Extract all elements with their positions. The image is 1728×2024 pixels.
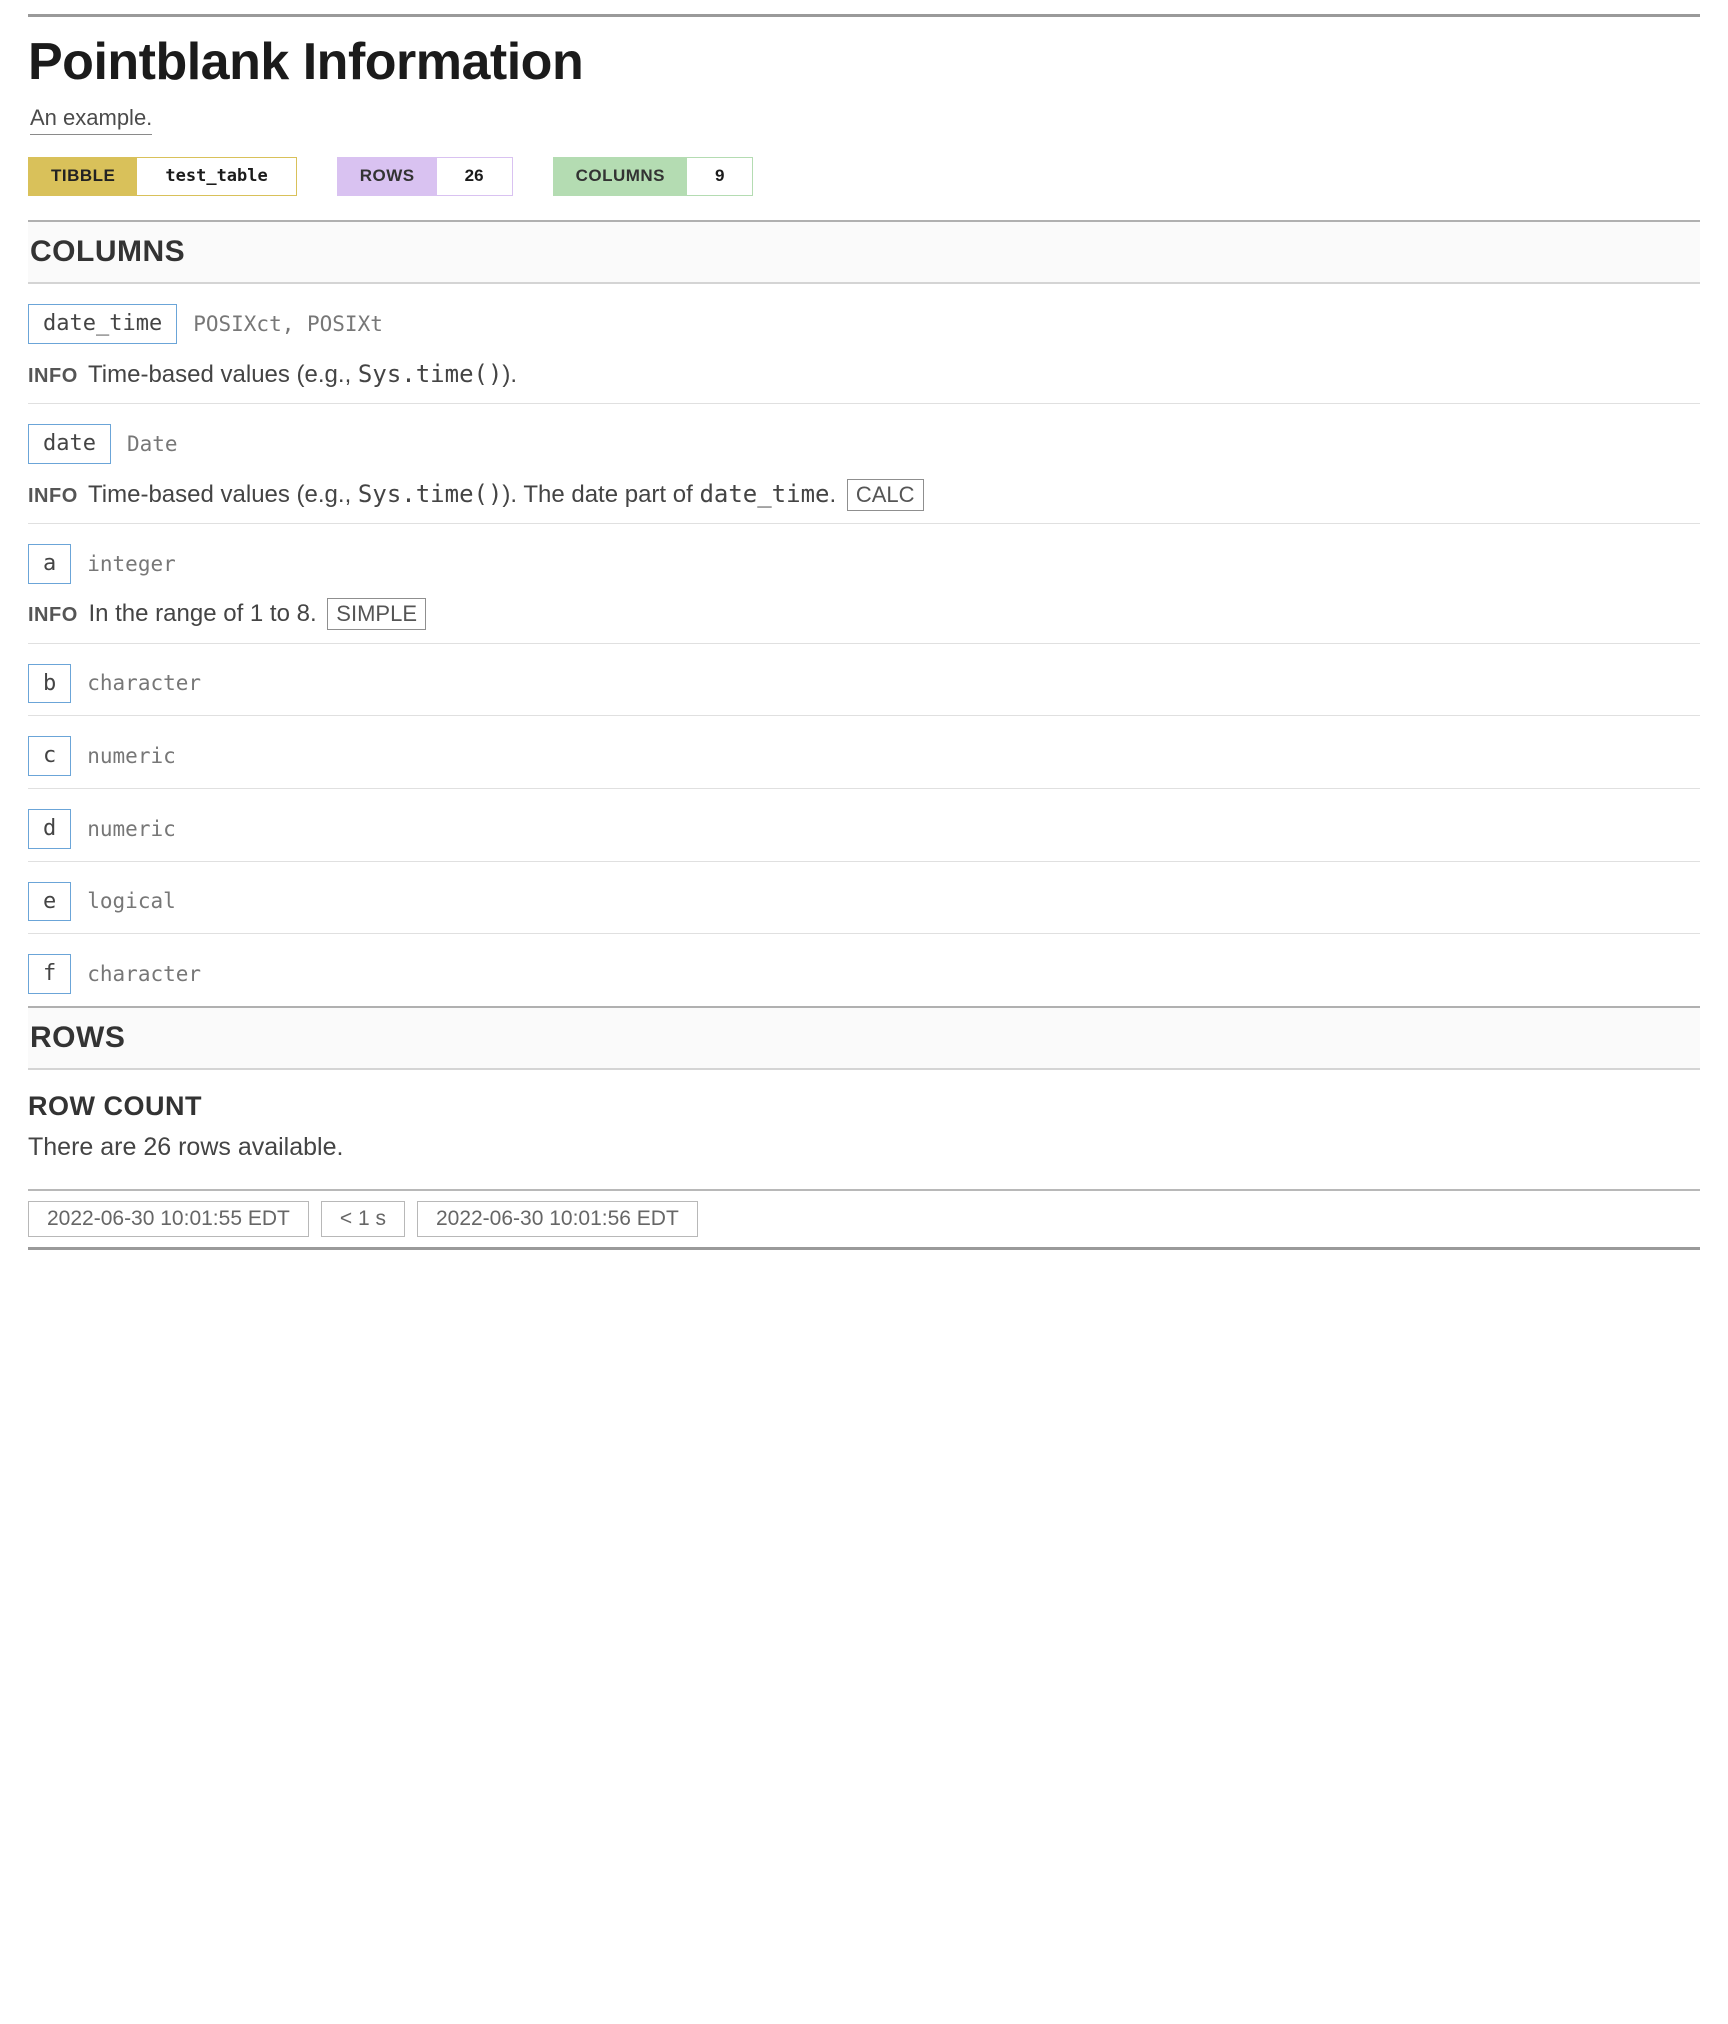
info-code2: date_time	[699, 480, 829, 508]
footer-start: 2022-06-30 10:01:55 EDT	[28, 1201, 309, 1237]
column-type: character	[87, 960, 201, 988]
column-name: d	[28, 809, 71, 849]
badge-tibble: TIBBLE test_table	[28, 157, 297, 196]
column-type: POSIXct, POSIXt	[193, 310, 383, 338]
badge-columns-value: 9	[687, 158, 752, 195]
info-text-post: ).	[502, 361, 517, 388]
column-type: Date	[127, 430, 178, 458]
column-type: numeric	[87, 742, 176, 770]
column-block: f character	[28, 934, 1700, 1006]
info-label: INFO	[28, 365, 78, 387]
info-text-post2: .	[829, 481, 836, 508]
section-columns-heading: COLUMNS	[28, 220, 1700, 285]
tag-simple: SIMPLE	[327, 598, 426, 630]
column-block: date Date INFO Time-based values (e.g., …	[28, 404, 1700, 524]
info-label: INFO	[28, 604, 78, 626]
column-name: c	[28, 736, 71, 776]
column-info: INFO In the range of 1 to 8. SIMPLE	[28, 598, 1700, 630]
column-block: e logical	[28, 862, 1700, 935]
row-count-text: There are 26 rows available.	[28, 1131, 1700, 1165]
column-type: logical	[87, 887, 176, 915]
column-type: numeric	[87, 815, 176, 843]
info-text-post: ). The date part of	[502, 481, 699, 508]
column-info: INFO Time-based values (e.g., Sys.time()…	[28, 478, 1700, 511]
badge-tibble-value: test_table	[137, 158, 295, 195]
column-type: character	[87, 669, 201, 697]
badge-row: TIBBLE test_table ROWS 26 COLUMNS 9	[28, 157, 1700, 196]
top-rule	[28, 14, 1700, 17]
tag-calc: CALC	[847, 479, 924, 511]
column-info: INFO Time-based values (e.g., Sys.time()…	[28, 358, 1700, 391]
column-name: date_time	[28, 304, 177, 344]
badge-rows-label: ROWS	[338, 158, 437, 195]
column-name: a	[28, 544, 71, 584]
footer-end: 2022-06-30 10:01:56 EDT	[417, 1201, 698, 1237]
badge-columns-label: COLUMNS	[554, 158, 687, 195]
column-block: d numeric	[28, 789, 1700, 862]
section-rows-heading: ROWS	[28, 1006, 1700, 1071]
bottom-rule	[28, 1247, 1700, 1250]
badge-rows-value: 26	[437, 158, 512, 195]
badge-rows: ROWS 26	[337, 157, 513, 196]
info-code: Sys.time()	[358, 360, 503, 388]
footer-duration: < 1 s	[321, 1201, 405, 1237]
info-text-pre: Time-based values (e.g.,	[88, 361, 358, 388]
info-text-pre: Time-based values (e.g.,	[88, 481, 358, 508]
column-block: c numeric	[28, 716, 1700, 789]
info-label: INFO	[28, 485, 78, 507]
row-count-label: ROW COUNT	[28, 1088, 1700, 1124]
page-title: Pointblank Information	[28, 27, 1700, 97]
column-block: b character	[28, 644, 1700, 717]
column-name: f	[28, 954, 71, 994]
column-name: e	[28, 882, 71, 922]
badge-columns: COLUMNS 9	[553, 157, 754, 196]
column-block: a integer INFO In the range of 1 to 8. S…	[28, 524, 1700, 643]
footer-row: 2022-06-30 10:01:55 EDT < 1 s 2022-06-30…	[28, 1189, 1700, 1245]
column-name: b	[28, 664, 71, 704]
badge-tibble-label: TIBBLE	[29, 158, 137, 195]
column-type: integer	[87, 550, 176, 578]
info-text: In the range of 1 to 8.	[88, 600, 316, 627]
info-code: Sys.time()	[358, 480, 503, 508]
column-block: date_time POSIXct, POSIXt INFO Time-base…	[28, 284, 1700, 404]
column-name: date	[28, 424, 111, 464]
page-subtitle: An example.	[30, 103, 152, 135]
